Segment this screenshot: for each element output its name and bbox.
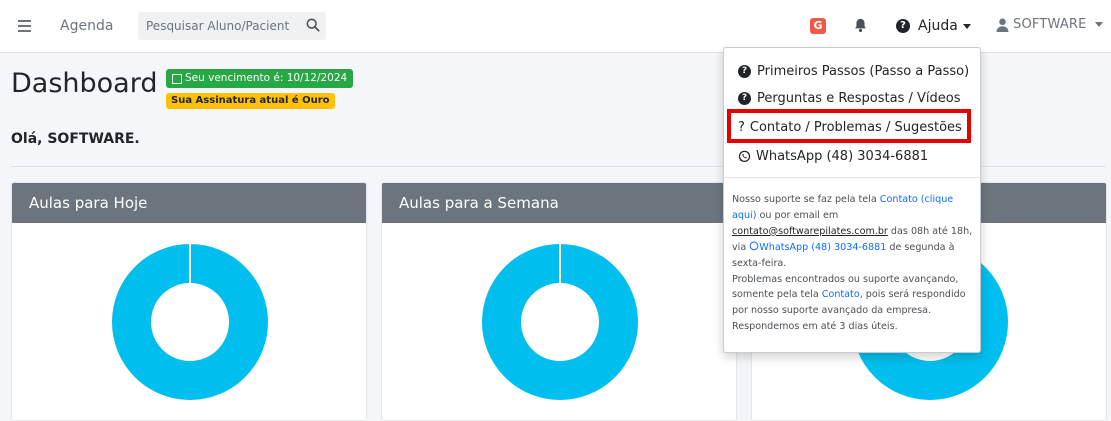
menu-item-perguntas-respostas[interactable]: ? Perguntas e Respostas / Vídeos — [738, 91, 960, 106]
question-circle-icon: ? — [896, 19, 910, 33]
due-date-badge: Seu vencimento é: 10/12/2024 — [166, 69, 354, 88]
user-dropdown-toggle[interactable]: SOFTWARE — [996, 17, 1103, 32]
card-aulas-semana: Aulas para a Semana — [381, 182, 737, 421]
top-navbar: Agenda Pesquisar Aluno/Pacient G ? Ajuda… — [0, 0, 1111, 53]
bell-icon[interactable] — [853, 17, 868, 33]
whatsapp-icon — [738, 150, 751, 162]
help-label: Ajuda — [918, 18, 958, 34]
search-input[interactable]: Pesquisar Aluno/Pacient — [138, 12, 326, 40]
menu-icon[interactable] — [18, 20, 31, 32]
whatsapp-icon — [749, 241, 759, 250]
email-link[interactable]: contato@softwarepilates.com.br — [732, 226, 888, 237]
whatsapp-link[interactable]: WhatsApp (48) 3034-6881 — [749, 241, 887, 253]
user-icon — [996, 18, 1009, 32]
menu-item-contato[interactable]: ? Contato / Problemas / Sugestões — [738, 120, 962, 135]
due-date-text: Seu vencimento é: 10/12/2024 — [185, 72, 348, 84]
info-text: Nosso suporte se faz pela tela — [732, 194, 880, 205]
donut-chart[interactable] — [111, 243, 269, 401]
greeting-text: Olá, SOFTWARE. — [11, 131, 140, 147]
search-placeholder: Pesquisar Aluno/Pacient — [146, 19, 290, 33]
menu-item-label: WhatsApp (48) 3034-6881 — [756, 149, 929, 164]
menu-item-label: Perguntas e Respostas / Vídeos — [757, 91, 961, 106]
help-dropdown-menu: ? Primeiros Passos (Passo a Passo) ? Per… — [723, 47, 981, 353]
donut-chart[interactable] — [481, 243, 639, 401]
user-label: SOFTWARE — [1013, 17, 1087, 32]
help-dropdown-toggle[interactable]: ? Ajuda — [896, 17, 971, 35]
nav-agenda-link[interactable]: Agenda — [60, 18, 113, 34]
search-icon[interactable] — [306, 18, 320, 32]
dropdown-divider — [724, 177, 980, 178]
caret-down-icon — [1094, 22, 1103, 27]
menu-item-label: Primeiros Passos (Passo a Passo) — [757, 64, 970, 79]
page-title: Dashboard — [11, 68, 158, 99]
grammarly-icon[interactable]: G — [810, 18, 826, 34]
question-circle-icon: ? — [738, 65, 751, 78]
info-text: ou por email em — [756, 209, 839, 221]
card-aulas-hoje: Aulas para Hoje — [11, 182, 367, 421]
card-title: Aulas para a Semana — [382, 183, 736, 223]
contact-link-2[interactable]: Contato — [822, 289, 860, 300]
caret-down-icon — [962, 23, 971, 29]
card-title: Aulas para Hoje — [12, 183, 366, 223]
support-info-text: Nosso suporte se faz pela tela Contato (… — [732, 192, 976, 335]
info-text: Respondemos em até 3 dias úteis. — [732, 321, 898, 333]
calendar-check-icon — [172, 73, 182, 84]
menu-item-label: Contato / Problemas / Sugestões — [749, 120, 962, 135]
whatsapp-link-label: WhatsApp (48) 3034-6881 — [759, 241, 887, 253]
question-icon: ? — [738, 120, 745, 135]
menu-item-primeiros-passos[interactable]: ? Primeiros Passos (Passo a Passo) — [738, 64, 969, 79]
plan-badge: Sua Assinatura atual é Ouro — [166, 93, 335, 109]
menu-item-whatsapp[interactable]: WhatsApp (48) 3034-6881 — [738, 149, 928, 164]
question-circle-icon: ? — [738, 92, 751, 105]
